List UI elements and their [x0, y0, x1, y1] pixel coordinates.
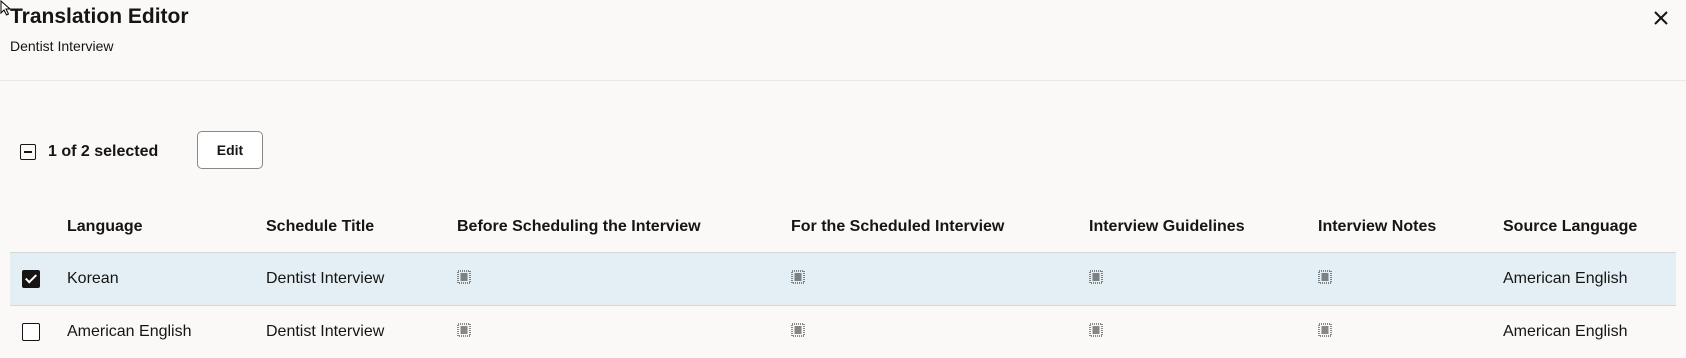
column-header-source-language[interactable]: Source Language	[1503, 202, 1637, 252]
column-header-language[interactable]: Language	[67, 202, 143, 252]
column-header-before-scheduling[interactable]: Before Scheduling the Interview	[457, 202, 701, 252]
row-checkbox[interactable]	[22, 270, 40, 288]
table-row[interactable]: American English Dentist Interview Ameri…	[10, 305, 1676, 358]
row-checkbox[interactable]	[22, 323, 40, 341]
schedule-title-cell: Dentist Interview	[266, 323, 385, 340]
column-header-guidelines[interactable]: Interview Guidelines	[1089, 202, 1245, 252]
rich-text-document-icon[interactable]	[1089, 270, 1103, 284]
rich-text-document-icon[interactable]	[1318, 323, 1332, 337]
select-all-checkbox[interactable]	[20, 144, 36, 160]
translations-table: Language Schedule Title Before Schedulin…	[10, 202, 1676, 358]
language-cell: American English	[67, 323, 192, 340]
edit-button[interactable]: Edit	[197, 131, 263, 169]
schedule-title-cell: Dentist Interview	[266, 270, 385, 287]
selection-count: 1 of 2 selected	[48, 143, 159, 160]
rich-text-document-icon[interactable]	[791, 323, 805, 337]
rich-text-document-icon[interactable]	[1318, 270, 1332, 284]
language-cell: Korean	[67, 270, 119, 287]
rich-text-document-icon[interactable]	[457, 323, 471, 337]
rich-text-document-icon[interactable]	[457, 270, 471, 284]
dialog-subtitle: Dentist Interview	[10, 38, 114, 54]
source-language-cell: American English	[1503, 323, 1628, 340]
rich-text-document-icon[interactable]	[791, 270, 805, 284]
column-header-notes[interactable]: Interview Notes	[1318, 202, 1436, 252]
close-icon	[1654, 11, 1668, 25]
column-header-schedule-title[interactable]: Schedule Title	[266, 202, 374, 252]
rich-text-document-icon[interactable]	[1089, 323, 1103, 337]
dialog-header: Translation Editor Dentist Interview	[0, 0, 1686, 81]
selection-toolbar: 1 of 2 selected	[20, 132, 158, 172]
close-button[interactable]	[1650, 7, 1672, 29]
table-row[interactable]: Korean Dentist Interview American Englis…	[10, 252, 1676, 305]
table-header-row: Language Schedule Title Before Schedulin…	[10, 202, 1676, 252]
source-language-cell: American English	[1503, 270, 1628, 287]
dialog-title: Translation Editor	[10, 5, 189, 28]
column-header-for-scheduled[interactable]: For the Scheduled Interview	[791, 202, 1004, 252]
